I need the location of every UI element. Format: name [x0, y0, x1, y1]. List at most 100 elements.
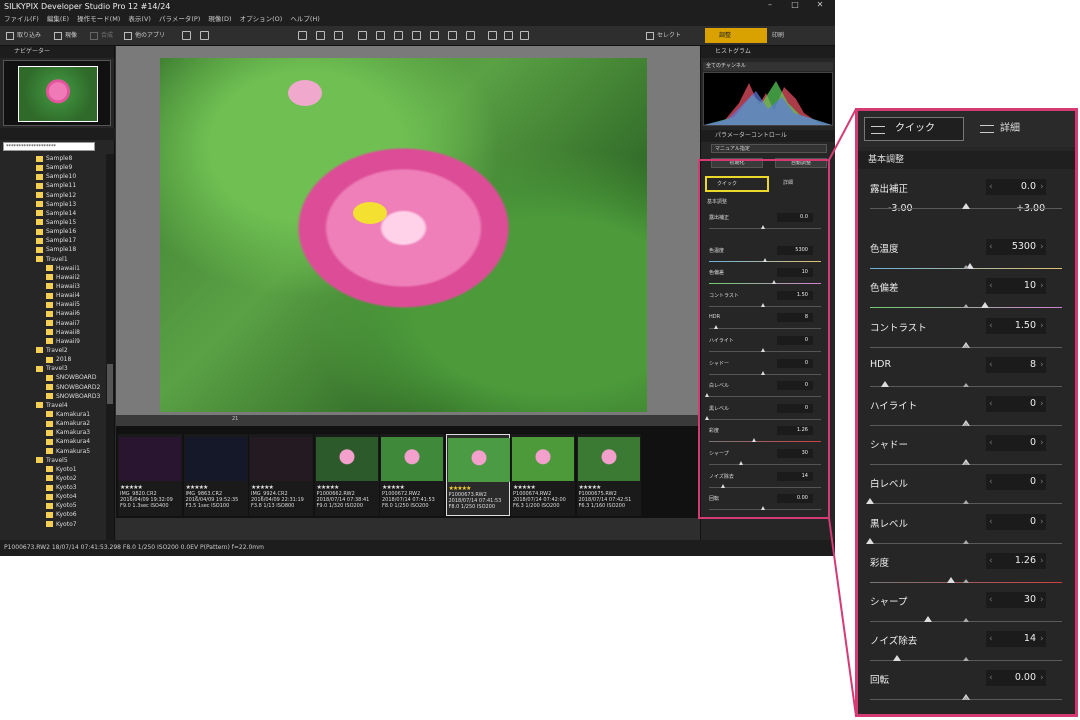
- tree-item[interactable]: Kamakura4: [0, 437, 105, 446]
- rating-stars[interactable]: ★★★★★: [449, 485, 472, 492]
- slider-value-input[interactable]: 10: [986, 278, 1046, 295]
- slider-value-input[interactable]: 10: [777, 268, 813, 278]
- rotate-icon[interactable]: [316, 31, 325, 40]
- decrement-icon[interactable]: ‹: [989, 631, 993, 647]
- partial-correct-icon[interactable]: [412, 31, 421, 40]
- slider-knob[interactable]: [866, 498, 874, 505]
- redo-icon[interactable]: [200, 31, 209, 40]
- decrement-icon[interactable]: ‹: [989, 435, 993, 451]
- slider-value-input[interactable]: 0.00: [777, 494, 813, 504]
- tree-item[interactable]: Travel3: [0, 364, 105, 373]
- decrement-icon[interactable]: ‹: [989, 514, 993, 530]
- tree-item[interactable]: 2018: [0, 355, 105, 364]
- tab-detail-small[interactable]: 詳細: [783, 179, 793, 186]
- slider-track[interactable]: [709, 328, 821, 330]
- tree-item[interactable]: Hawaii4: [0, 291, 105, 300]
- increment-icon[interactable]: ›: [1040, 318, 1044, 334]
- undo-icon[interactable]: [182, 31, 191, 40]
- brush-icon[interactable]: [376, 31, 385, 40]
- slider-track[interactable]: [709, 418, 821, 420]
- slider-knob[interactable]: [962, 203, 970, 209]
- increment-icon[interactable]: ›: [1040, 357, 1044, 373]
- close-button[interactable]: ✕: [810, 0, 830, 13]
- slider-value-input[interactable]: 5300: [986, 239, 1046, 256]
- tree-item[interactable]: Hawaii8: [0, 328, 105, 337]
- increment-icon[interactable]: ›: [1040, 278, 1044, 294]
- slider-knob[interactable]: [738, 461, 743, 465]
- slider-knob[interactable]: [713, 325, 718, 330]
- tree-item[interactable]: Hawaii6: [0, 309, 105, 318]
- slider-value-input[interactable]: 14: [777, 471, 813, 481]
- spot-icon[interactable]: [358, 31, 367, 40]
- slider-value-input[interactable]: 0: [777, 358, 813, 368]
- slider-knob[interactable]: [761, 348, 765, 352]
- slider-knob[interactable]: [705, 415, 709, 420]
- folder-path-select[interactable]: ********************: [3, 142, 95, 151]
- navigator-thumbnail[interactable]: [3, 60, 111, 126]
- slider-knob[interactable]: [763, 257, 768, 262]
- film-thumbnail[interactable]: ★★★★★ P1000673.RW2 2018/07/14 07:41:53 F8.0…: [445, 434, 510, 516]
- tree-item[interactable]: Sample16: [0, 227, 105, 236]
- init-button[interactable]: 初期化: [711, 158, 763, 168]
- tree-item[interactable]: Travel1: [0, 255, 105, 264]
- tree-item[interactable]: SNOWBOARD: [0, 373, 105, 382]
- increment-icon[interactable]: ›: [1040, 474, 1044, 490]
- compose-button[interactable]: 合成: [90, 30, 113, 42]
- tree-item[interactable]: Kamakura3: [0, 428, 105, 437]
- rating-stars[interactable]: ★★★★★: [120, 484, 143, 491]
- tree-item[interactable]: Kamakura1: [0, 410, 105, 419]
- menu-help[interactable]: ヘルプ(H): [290, 15, 319, 23]
- slider-knob[interactable]: [761, 225, 765, 229]
- slider-value-input[interactable]: 0: [777, 336, 813, 345]
- increment-icon[interactable]: ›: [1040, 553, 1044, 569]
- import-button[interactable]: 取り込み: [6, 30, 41, 42]
- slider-track[interactable]: [709, 373, 821, 375]
- slider-track[interactable]: [709, 396, 821, 398]
- slider-value-input[interactable]: 1.26: [986, 552, 1046, 569]
- tree-item[interactable]: Hawaii5: [0, 300, 105, 309]
- image-viewer[interactable]: 21: [116, 46, 700, 426]
- slider-knob[interactable]: [705, 393, 709, 398]
- slider-value-input[interactable]: 0.0: [986, 179, 1046, 195]
- crop-icon[interactable]: [298, 31, 307, 40]
- rating-stars[interactable]: ★★★★★: [251, 484, 274, 491]
- auto-adjust-button[interactable]: 自動調整: [775, 158, 827, 168]
- menu-parameter[interactable]: パラメータ(P): [159, 15, 200, 23]
- increment-icon[interactable]: ›: [1040, 396, 1044, 412]
- slider-value-input[interactable]: 30: [986, 592, 1046, 608]
- eraser-icon[interactable]: [394, 31, 403, 40]
- slider-track[interactable]: [709, 464, 821, 465]
- tree-scrollbar[interactable]: [106, 154, 114, 556]
- tree-item[interactable]: Sample18: [0, 245, 105, 254]
- menu-mode[interactable]: 操作モード(M): [77, 15, 120, 23]
- rating-stars[interactable]: ★★★★★: [513, 484, 536, 491]
- preset-select[interactable]: マニュアル指定: [711, 144, 827, 153]
- film-thumbnail[interactable]: ★★★★★ P1000672.RW2 2018/07/14 07:41:53 F8.0…: [380, 434, 444, 516]
- film-thumbnail[interactable]: ★★★★★ IMG_9924.CR2 2016/04/09 22:31:19 F3.8…: [249, 434, 313, 516]
- pen-icon[interactable]: [488, 31, 497, 40]
- adjust-tab[interactable]: 調整: [705, 28, 767, 43]
- other-apps-button[interactable]: 他のアプリ: [124, 30, 165, 42]
- slider-value-input[interactable]: 14: [986, 631, 1046, 648]
- decrement-icon[interactable]: ‹: [989, 278, 993, 294]
- eyedropper-icon[interactable]: [504, 31, 513, 40]
- slider-value-input[interactable]: 0: [777, 403, 813, 413]
- slider-value-input[interactable]: 30: [777, 449, 813, 458]
- menu-develop[interactable]: 現像(D): [208, 15, 231, 23]
- tree-item[interactable]: Kyoto7: [0, 520, 105, 529]
- decrement-icon[interactable]: ‹: [989, 396, 993, 412]
- minimize-button[interactable]: –: [760, 0, 780, 13]
- rating-stars[interactable]: ★★★★★: [317, 484, 340, 491]
- slider-knob[interactable]: [772, 280, 777, 285]
- slider-value-input[interactable]: 0: [777, 381, 813, 391]
- tree-item[interactable]: Hawaii3: [0, 282, 105, 291]
- film-thumbnail[interactable]: ★★★★★ P1000674.RW2 2018/07/14 07:42:00 F6.3…: [511, 434, 575, 516]
- slider-value-input[interactable]: 8: [986, 356, 1046, 373]
- tree-item[interactable]: Sample8: [0, 154, 105, 163]
- increment-icon[interactable]: ›: [1040, 435, 1044, 451]
- dust-removal-icon[interactable]: [466, 31, 475, 40]
- menu-file[interactable]: ファイル(F): [4, 15, 39, 23]
- tree-item[interactable]: Kyoto2: [0, 474, 105, 483]
- increment-icon[interactable]: ›: [1040, 670, 1044, 686]
- slider-value-input[interactable]: 0.00: [986, 670, 1046, 687]
